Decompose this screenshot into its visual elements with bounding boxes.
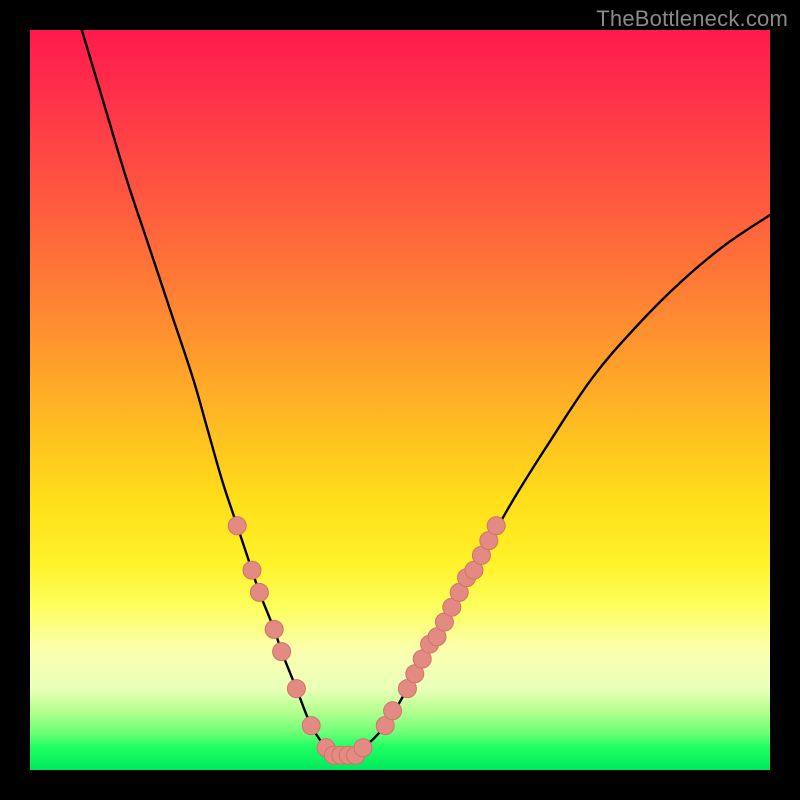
curve-svg (30, 30, 770, 770)
chart-stage: TheBottleneck.com (0, 0, 800, 800)
marker-dot (302, 717, 320, 735)
highlighted-points (228, 517, 505, 764)
marker-dot (287, 680, 305, 698)
marker-dot (228, 517, 246, 535)
marker-dot (250, 583, 268, 601)
marker-dot (487, 517, 505, 535)
marker-dot (265, 620, 283, 638)
marker-dot (273, 643, 291, 661)
plot-area (30, 30, 770, 770)
marker-dot (354, 739, 372, 757)
marker-dot (384, 702, 402, 720)
watermark-text: TheBottleneck.com (596, 6, 788, 32)
marker-dot (243, 561, 261, 579)
